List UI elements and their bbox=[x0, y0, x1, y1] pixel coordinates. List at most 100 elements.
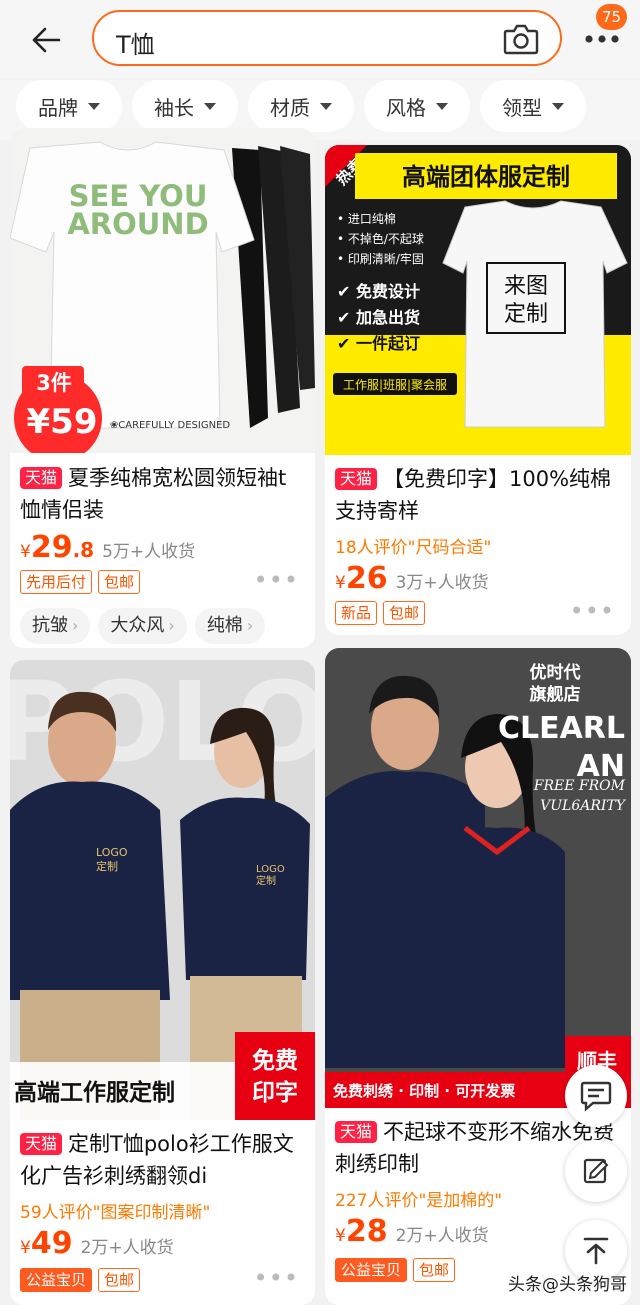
chevron-right-icon: › bbox=[72, 616, 79, 635]
price-line: ¥26 3万+人收货 bbox=[335, 561, 489, 596]
tmall-badge: 天猫 bbox=[20, 1133, 63, 1155]
price: 26 bbox=[345, 561, 388, 596]
shop-name: 旗舰店 bbox=[530, 684, 581, 705]
more-options-icon[interactable]: ••• bbox=[570, 597, 615, 625]
keyword-label: 大众风 bbox=[110, 615, 165, 636]
keyword-chip[interactable]: 大众风 › bbox=[98, 608, 187, 644]
dropdown-arrow-icon bbox=[436, 102, 448, 110]
filter-style[interactable]: 风格 bbox=[364, 80, 470, 132]
arrow-up-icon bbox=[583, 1237, 609, 1265]
tag: 包邮 bbox=[413, 1258, 456, 1282]
product-title[interactable]: 天猫 【免费印字】100%纯棉支持寄样 bbox=[335, 463, 621, 527]
currency: ¥ bbox=[20, 542, 31, 562]
print-foot: ❀CAREFULLY DESIGNED bbox=[110, 420, 231, 431]
tmall-badge: 天猫 bbox=[335, 1121, 378, 1143]
banner-text: 高端工作服定制 bbox=[14, 1079, 175, 1106]
filter-label: 风格 bbox=[386, 95, 426, 120]
search-box[interactable]: T恤 bbox=[92, 10, 562, 66]
tag-list: 公益宝贝 包邮 bbox=[335, 1258, 456, 1282]
tag-list: 新品 包邮 bbox=[335, 601, 426, 625]
product-card[interactable]: 优时代 旗舰店 CLEARL AN FREE FROM VUL6ARITY 免费… bbox=[325, 648, 631, 1305]
product-card[interactable]: SEE YOU AROUND ❀CAREFULLY DESIGNED 3件 ¥5… bbox=[10, 128, 315, 648]
free-label: 印字 bbox=[252, 1079, 298, 1106]
price-line: ¥28 2万+人收货 bbox=[335, 1214, 489, 1249]
tag: 包邮 bbox=[98, 570, 141, 594]
filter-label: 品牌 bbox=[38, 95, 78, 120]
review-summary: 227人评价"是加棉的" bbox=[335, 1191, 503, 1211]
logo-placeholder: LOGO bbox=[256, 864, 285, 875]
currency: ¥ bbox=[335, 573, 346, 593]
product-card[interactable]: POLO LOGO 定制 LOGO 定制 高端工作服定制 免费 印字 天猫 定制T… bbox=[10, 660, 315, 1305]
search-query[interactable]: T恤 bbox=[116, 25, 155, 60]
tag: 包邮 bbox=[98, 1268, 141, 1292]
slogan: VUL6ARITY bbox=[540, 798, 627, 814]
price: 49 bbox=[30, 1226, 73, 1261]
price: 28 bbox=[345, 1214, 388, 1249]
bullet: • 进口纯棉 bbox=[337, 212, 396, 226]
filter-collar[interactable]: 领型 bbox=[480, 80, 586, 132]
customer-service-button[interactable] bbox=[565, 1065, 627, 1127]
dropdown-arrow-icon bbox=[552, 102, 564, 110]
product-image[interactable]: SEE YOU AROUND ❀CAREFULLY DESIGNED 3件 ¥5… bbox=[10, 128, 315, 453]
product-title[interactable]: 天猫 定制T恤polo衫工作服文化广告衫刺绣翻领di bbox=[20, 1128, 305, 1192]
search-results-page: T恤 75 品牌 袖长 材质 风格 领型 SEE YOU AROUND ❀CAR… bbox=[0, 0, 640, 1305]
camera-search-button[interactable] bbox=[502, 22, 540, 56]
camera-icon bbox=[503, 24, 539, 55]
filter-brand[interactable]: 品牌 bbox=[16, 80, 122, 132]
more-options-icon[interactable]: ••• bbox=[254, 1264, 299, 1292]
price-line: ¥49 2万+人收货 bbox=[20, 1226, 174, 1261]
product-image[interactable]: 热卖 高端团体服定制 • 进口纯棉 • 不掉色/不起球 • 印刷清晰/牢固 ✔ … bbox=[325, 145, 631, 455]
stamp-text: 定制 bbox=[504, 302, 548, 327]
logo-placeholder: 定制 bbox=[96, 859, 118, 873]
filter-label: 领型 bbox=[502, 95, 542, 120]
logo-placeholder: 定制 bbox=[256, 874, 276, 887]
feedback-button[interactable] bbox=[565, 1140, 627, 1202]
filter-sleeve-length[interactable]: 袖长 bbox=[132, 80, 238, 132]
dropdown-arrow-icon bbox=[320, 102, 332, 110]
keyword-chip[interactable]: 纯棉 › bbox=[194, 608, 266, 644]
print-text-2: AROUND bbox=[67, 207, 208, 241]
back-arrow-icon bbox=[32, 27, 61, 53]
bullet: • 印刷清晰/牢固 bbox=[337, 251, 424, 266]
tag: 先用后付 bbox=[20, 570, 93, 594]
sold-count: 5万+人收货 bbox=[102, 542, 196, 562]
tag: 公益宝贝 bbox=[335, 1258, 408, 1282]
claim: ✔ 加急出货 bbox=[337, 308, 420, 327]
chat-bubble-icon bbox=[580, 1081, 612, 1112]
keyword-label: 抗皱 bbox=[32, 615, 68, 636]
currency: ¥ bbox=[335, 1226, 346, 1246]
slogan: FREE FROM bbox=[533, 778, 626, 794]
dropdown-arrow-icon bbox=[88, 102, 100, 110]
bottom-label: 工作服|班服|聚会服 bbox=[343, 378, 447, 392]
bottom-banner: 免费刺绣 · 印制 · 可开发票 bbox=[333, 1082, 515, 1100]
bullet: • 不掉色/不起球 bbox=[337, 232, 424, 246]
keyword-list: 抗皱 › 大众风 › 纯棉 › bbox=[20, 608, 266, 644]
free-label: 免费 bbox=[252, 1048, 298, 1074]
back-button[interactable] bbox=[26, 20, 66, 60]
headline: 高端团体服定制 bbox=[402, 163, 570, 191]
filter-label: 材质 bbox=[270, 95, 310, 120]
stamp-text: 来图 bbox=[504, 274, 548, 299]
keyword-label: 纯棉 bbox=[206, 615, 243, 636]
keyword-chip[interactable]: 抗皱 › bbox=[20, 608, 91, 644]
filter-material[interactable]: 材质 bbox=[248, 80, 354, 132]
promo-top: 3件 bbox=[36, 371, 72, 395]
watermark: 头条@头条狗哥 bbox=[508, 1275, 627, 1295]
product-card[interactable]: 热卖 高端团体服定制 • 进口纯棉 • 不掉色/不起球 • 印刷清晰/牢固 ✔ … bbox=[325, 145, 631, 635]
dropdown-arrow-icon bbox=[204, 102, 216, 110]
price-line: ¥29.8 5万+人收货 bbox=[20, 530, 195, 565]
product-title[interactable]: 天猫 夏季纯棉宽松圆领短袖t恤情侣装 bbox=[20, 462, 305, 526]
sold-count: 3万+人收货 bbox=[395, 573, 489, 593]
product-image[interactable]: POLO LOGO 定制 LOGO 定制 高端工作服定制 免费 印字 bbox=[10, 660, 315, 1120]
review-summary: 59人评价"图案印制清晰" bbox=[20, 1203, 211, 1223]
more-options-icon[interactable]: ••• bbox=[254, 566, 299, 594]
price: 29 bbox=[30, 530, 73, 565]
chevron-right-icon: › bbox=[168, 616, 175, 635]
top-bar: T恤 75 bbox=[0, 0, 640, 78]
edit-note-icon bbox=[583, 1158, 609, 1184]
claim: ✔ 一件起订 bbox=[337, 334, 420, 353]
claim: ✔ 免费设计 bbox=[337, 282, 420, 301]
sold-count: 2万+人收货 bbox=[80, 1238, 174, 1258]
price-decimal: .8 bbox=[72, 538, 95, 562]
product-image[interactable]: 优时代 旗舰店 CLEARL AN FREE FROM VUL6ARITY 免费… bbox=[325, 648, 631, 1108]
